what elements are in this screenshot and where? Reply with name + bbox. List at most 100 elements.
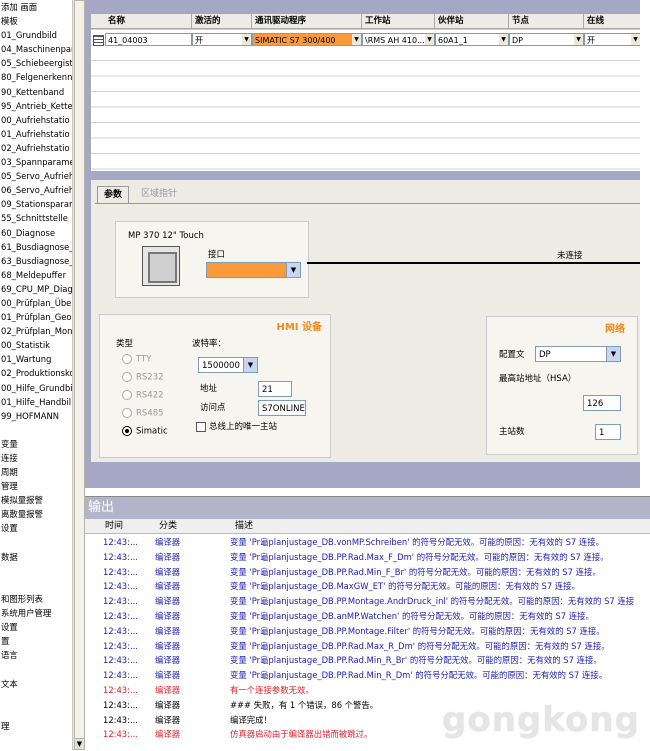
- chevron-down-icon[interactable]: ▼: [286, 263, 300, 277]
- tree-item[interactable]: 离散量报警: [0, 507, 72, 521]
- tree-item[interactable]: 系统用户管理: [0, 606, 72, 620]
- tree-item[interactable]: [0, 564, 72, 578]
- tree-item[interactable]: 00_Prüfplan_Übers: [0, 296, 72, 310]
- col-description[interactable]: 描述: [235, 519, 253, 533]
- radio-rs422[interactable]: RS422: [122, 390, 164, 401]
- workstation-select[interactable]: \RMS AH 410... ▼: [362, 33, 435, 46]
- tree-item[interactable]: [0, 578, 72, 592]
- node-select[interactable]: DP ▼: [509, 33, 584, 46]
- tree-item[interactable]: 文本: [0, 677, 72, 691]
- col-time[interactable]: 时间: [105, 519, 123, 533]
- tree-item[interactable]: 管理: [0, 479, 72, 493]
- tree-item[interactable]: 数据: [0, 550, 72, 564]
- hsa-input[interactable]: 126: [583, 395, 621, 411]
- profile-select[interactable]: DP ▼: [535, 346, 621, 362]
- tree-item[interactable]: 02_Prüfplan_Mont: [0, 324, 72, 338]
- tree-item[interactable]: 09_Stationsparam: [0, 197, 72, 211]
- col-name[interactable]: 名称: [105, 14, 192, 28]
- tree-item[interactable]: 90_Kettenband: [0, 85, 72, 99]
- log-row[interactable]: 12:43:... 编译器 变量 'Pr龜planjustage_DB.PP.Rad…: [85, 653, 650, 668]
- tree-item[interactable]: 05_Schiebeergist: [0, 56, 72, 70]
- tree-item[interactable]: 95_Antrieb_Kette: [0, 99, 72, 113]
- chevron-down-icon[interactable]: ▼: [574, 34, 583, 45]
- tree-item[interactable]: 添加 画面: [0, 0, 72, 14]
- online-select[interactable]: 开 ▼: [584, 33, 641, 46]
- address-input[interactable]: 21: [258, 381, 292, 397]
- col-driver[interactable]: 通讯驱动程序: [252, 14, 362, 28]
- interface-select[interactable]: ▼: [206, 262, 301, 278]
- tree-item[interactable]: 设置: [0, 620, 72, 634]
- name-cell[interactable]: 41_04003: [105, 33, 192, 46]
- tree-item[interactable]: 和图形列表: [0, 592, 72, 606]
- chevron-down-icon[interactable]: ▼: [425, 34, 434, 45]
- tree-item[interactable]: 连接: [0, 451, 72, 465]
- tree-item[interactable]: 04_Maschinenpara: [0, 42, 72, 56]
- tree-item[interactable]: 02_Produktionsko: [0, 366, 72, 380]
- tree-item[interactable]: 语言: [0, 648, 72, 662]
- col-node[interactable]: 节点: [509, 14, 584, 28]
- log-row[interactable]: 12:43:... 编译器 变量 'Pr龜planjustage_DB.vonMP.…: [85, 535, 650, 550]
- chevron-down-icon[interactable]: ▼: [242, 34, 251, 45]
- chevron-down-icon[interactable]: ▼: [499, 34, 508, 45]
- tree-item[interactable]: 01_Prüfplan_Geom: [0, 310, 72, 324]
- chevron-down-icon[interactable]: ▼: [631, 34, 640, 45]
- tree-item[interactable]: 周期: [0, 465, 72, 479]
- tree-item[interactable]: 理: [0, 719, 72, 733]
- access-point-input[interactable]: S7ONLINE: [258, 400, 306, 416]
- log-row[interactable]: 12:43:... 编译器 变量 'Pr龜planjustage_DB.PP.Rad…: [85, 565, 650, 580]
- tree-item[interactable]: 设置: [0, 521, 72, 535]
- partner-select[interactable]: 60A1_1 ▼: [435, 33, 509, 46]
- chevron-down-icon[interactable]: ▼: [352, 34, 361, 45]
- log-row[interactable]: 12:43:... 编译器 有一个连接参数无效。: [85, 683, 650, 698]
- tree-item[interactable]: 00_Statistik: [0, 338, 72, 352]
- tree-item[interactable]: 05_Servo_Aufrieh: [0, 169, 72, 183]
- tree-item[interactable]: 61_Busdiagnose_P: [0, 240, 72, 254]
- tree-item[interactable]: 99_HOFMANN: [0, 409, 72, 423]
- radio-simatic[interactable]: Simatic: [122, 426, 168, 437]
- tree-item[interactable]: 01_Wartung: [0, 352, 72, 366]
- tree-item[interactable]: 80_Felgenerkenn: [0, 70, 72, 84]
- log-row[interactable]: 12:43:... 编译器 变量 'Pr龜planjustage_DB.PP.Mon…: [85, 624, 650, 639]
- tree-item[interactable]: 01_Aufriehstatio: [0, 127, 72, 141]
- log-row[interactable]: 12:43:... 编译器 变量 'Pr龜planjustage_DB.PP.Rad…: [85, 639, 650, 654]
- tree-item[interactable]: 模板: [0, 14, 72, 28]
- driver-select[interactable]: SIMATIC S7 300/400 ▼: [252, 33, 362, 46]
- col-partner[interactable]: 伙伴站: [435, 14, 509, 28]
- scrollbar-thumb[interactable]: [74, 0, 85, 742]
- tree-scrollbar[interactable]: ▼: [72, 0, 85, 750]
- tree-item[interactable]: 03_Spannparamete: [0, 155, 72, 169]
- row-handle-icon[interactable]: [93, 35, 104, 46]
- single-master-checkbox[interactable]: 总线上的唯一主站: [196, 420, 277, 432]
- radio-tty[interactable]: TTY: [122, 354, 151, 365]
- tree-item[interactable]: 60_Diagnose: [0, 226, 72, 240]
- scroll-down-arrow-icon[interactable]: ▼: [74, 738, 85, 750]
- log-row[interactable]: 12:43:... 编译器 变量 'Pr龜planjustage_DB.PP.Mon…: [85, 594, 650, 609]
- tree-item[interactable]: 00_Aufriehstatio: [0, 113, 72, 127]
- tree-item[interactable]: 变量: [0, 437, 72, 451]
- tab-parameters[interactable]: 参数: [97, 186, 130, 203]
- tree-item[interactable]: 01_Hilfe_Handbil: [0, 395, 72, 409]
- tree-item[interactable]: 置: [0, 634, 72, 648]
- master-count-input[interactable]: 1: [595, 424, 621, 440]
- tree-item[interactable]: [0, 536, 72, 550]
- tree-item[interactable]: 63_Busdiagnose_P: [0, 254, 72, 268]
- tree-item[interactable]: 68_Meldepuffer: [0, 268, 72, 282]
- active-select[interactable]: 开 ▼: [192, 33, 252, 46]
- log-row[interactable]: 12:43:... 编译器 变量 'Pr龜planjustage_DB.anMP.W…: [85, 609, 650, 624]
- chevron-down-icon[interactable]: ▼: [243, 358, 257, 372]
- radio-rs485[interactable]: RS485: [122, 408, 164, 419]
- col-active[interactable]: 激活的: [192, 14, 252, 28]
- tree-item[interactable]: [0, 662, 72, 676]
- project-tree[interactable]: 添加 画面 模板 01_Grundbild 04_Maschinenpara 05_Sc…: [0, 0, 72, 750]
- col-online[interactable]: 在线: [584, 14, 641, 28]
- tree-item[interactable]: [0, 423, 72, 437]
- log-row[interactable]: 12:43:... 编译器 变量 'Pr龜planjustage_DB.PP.Rad…: [85, 550, 650, 565]
- chevron-down-icon[interactable]: ▼: [606, 347, 620, 361]
- tree-item[interactable]: 69_CPU_MP_Diagno: [0, 282, 72, 296]
- col-category[interactable]: 分类: [159, 519, 177, 533]
- tree-item[interactable]: 01_Grundbild: [0, 28, 72, 42]
- tree-item[interactable]: [0, 691, 72, 705]
- tree-item[interactable]: [0, 705, 72, 719]
- tree-item[interactable]: 模拟量报警: [0, 493, 72, 507]
- tree-item[interactable]: 02_Aufriehstatio: [0, 141, 72, 155]
